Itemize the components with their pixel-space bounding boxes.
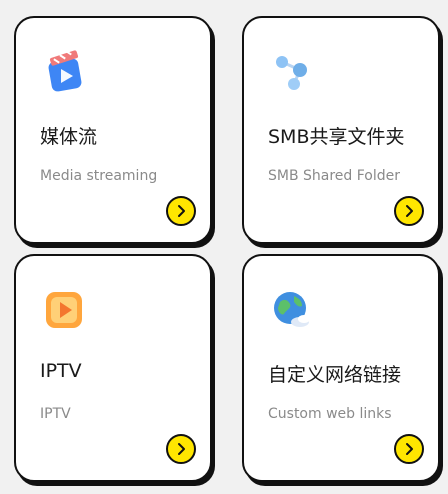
card-title: IPTV xyxy=(40,360,82,382)
iptv-icon xyxy=(40,286,88,334)
smb-shared-folder-card[interactable]: SMB共享文件夹 SMB Shared Folder xyxy=(242,16,440,244)
open-custom-web-links-button[interactable] xyxy=(394,434,424,464)
iptv-card[interactable]: IPTV IPTV xyxy=(14,254,212,482)
card-subtitle: Custom web links xyxy=(268,406,392,422)
chevron-right-icon xyxy=(178,443,185,455)
media-streaming-icon xyxy=(40,48,88,96)
media-streaming-card[interactable]: 媒体流 Media streaming xyxy=(14,16,212,244)
card-subtitle: SMB Shared Folder xyxy=(268,168,401,184)
card-title: 自定义网络链接 xyxy=(268,364,402,386)
card-subtitle: Media streaming xyxy=(40,168,158,184)
custom-web-links-card[interactable]: 自定义网络链接 Custom web links xyxy=(242,254,440,482)
open-media-streaming-button[interactable] xyxy=(166,196,196,226)
card-title: 媒体流 xyxy=(40,126,98,148)
chevron-right-icon xyxy=(406,443,413,455)
smb-shared-folder-icon xyxy=(268,48,316,96)
open-iptv-button[interactable] xyxy=(166,434,196,464)
chevron-right-icon xyxy=(178,205,185,217)
card-title: SMB共享文件夹 xyxy=(268,126,405,148)
globe-icon xyxy=(268,286,316,334)
card-subtitle: IPTV xyxy=(40,406,71,422)
chevron-right-icon xyxy=(406,205,413,217)
open-smb-shared-folder-button[interactable] xyxy=(394,196,424,226)
